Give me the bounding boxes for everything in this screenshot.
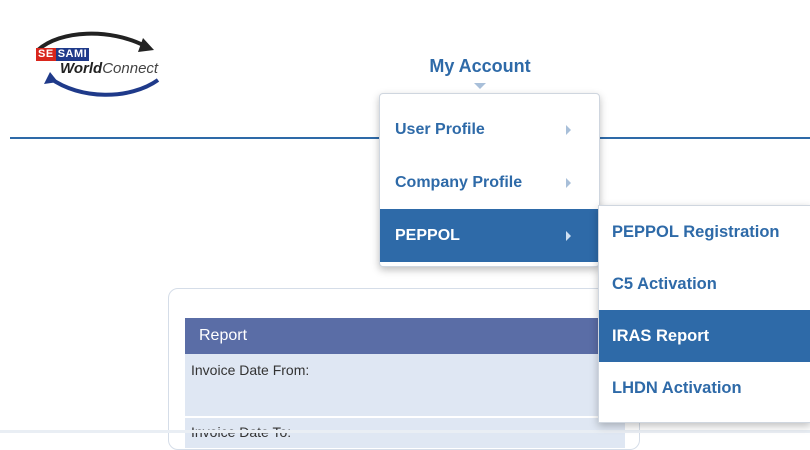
submenu-item-iras-report[interactable]: IRAS Report bbox=[599, 310, 810, 362]
logo-text-connect: Connect bbox=[102, 60, 159, 77]
report-header: Report bbox=[185, 318, 625, 354]
sesami-worldconnect-logo[interactable]: SE SAMI WorldConnect bbox=[30, 28, 190, 108]
chevron-right-icon bbox=[566, 177, 571, 188]
menu-item-company-profile[interactable]: Company Profile bbox=[380, 156, 599, 209]
invoice-date-to-label: Invoice Date To: bbox=[185, 418, 625, 448]
chevron-right-icon bbox=[566, 230, 571, 241]
logo-badge-se: SE bbox=[36, 48, 56, 61]
logo-text-world: World bbox=[60, 60, 103, 77]
invoice-date-from-label: Invoice Date From: bbox=[185, 354, 625, 416]
menu-item-label: Company Profile bbox=[395, 173, 523, 191]
menu-item-label: User Profile bbox=[395, 120, 485, 138]
nav-my-account[interactable]: My Account bbox=[410, 56, 550, 77]
submenu-item-lhdn-activation[interactable]: LHDN Activation bbox=[599, 362, 810, 414]
menu-item-user-profile[interactable]: User Profile bbox=[380, 103, 599, 156]
menu-item-peppol[interactable]: PEPPOL bbox=[380, 209, 599, 262]
chevron-right-icon bbox=[566, 124, 571, 135]
submenu-item-peppol-registration[interactable]: PEPPOL Registration bbox=[599, 206, 810, 258]
menu-item-label: PEPPOL bbox=[395, 226, 460, 244]
logo-text: WorldConnect bbox=[60, 60, 158, 77]
submenu-item-c5-activation[interactable]: C5 Activation bbox=[599, 258, 810, 310]
chevron-down-icon bbox=[474, 83, 486, 89]
peppol-submenu: PEPPOL Registration C5 Activation IRAS R… bbox=[598, 205, 810, 423]
my-account-dropdown: User Profile Company Profile PEPPOL bbox=[379, 93, 600, 267]
